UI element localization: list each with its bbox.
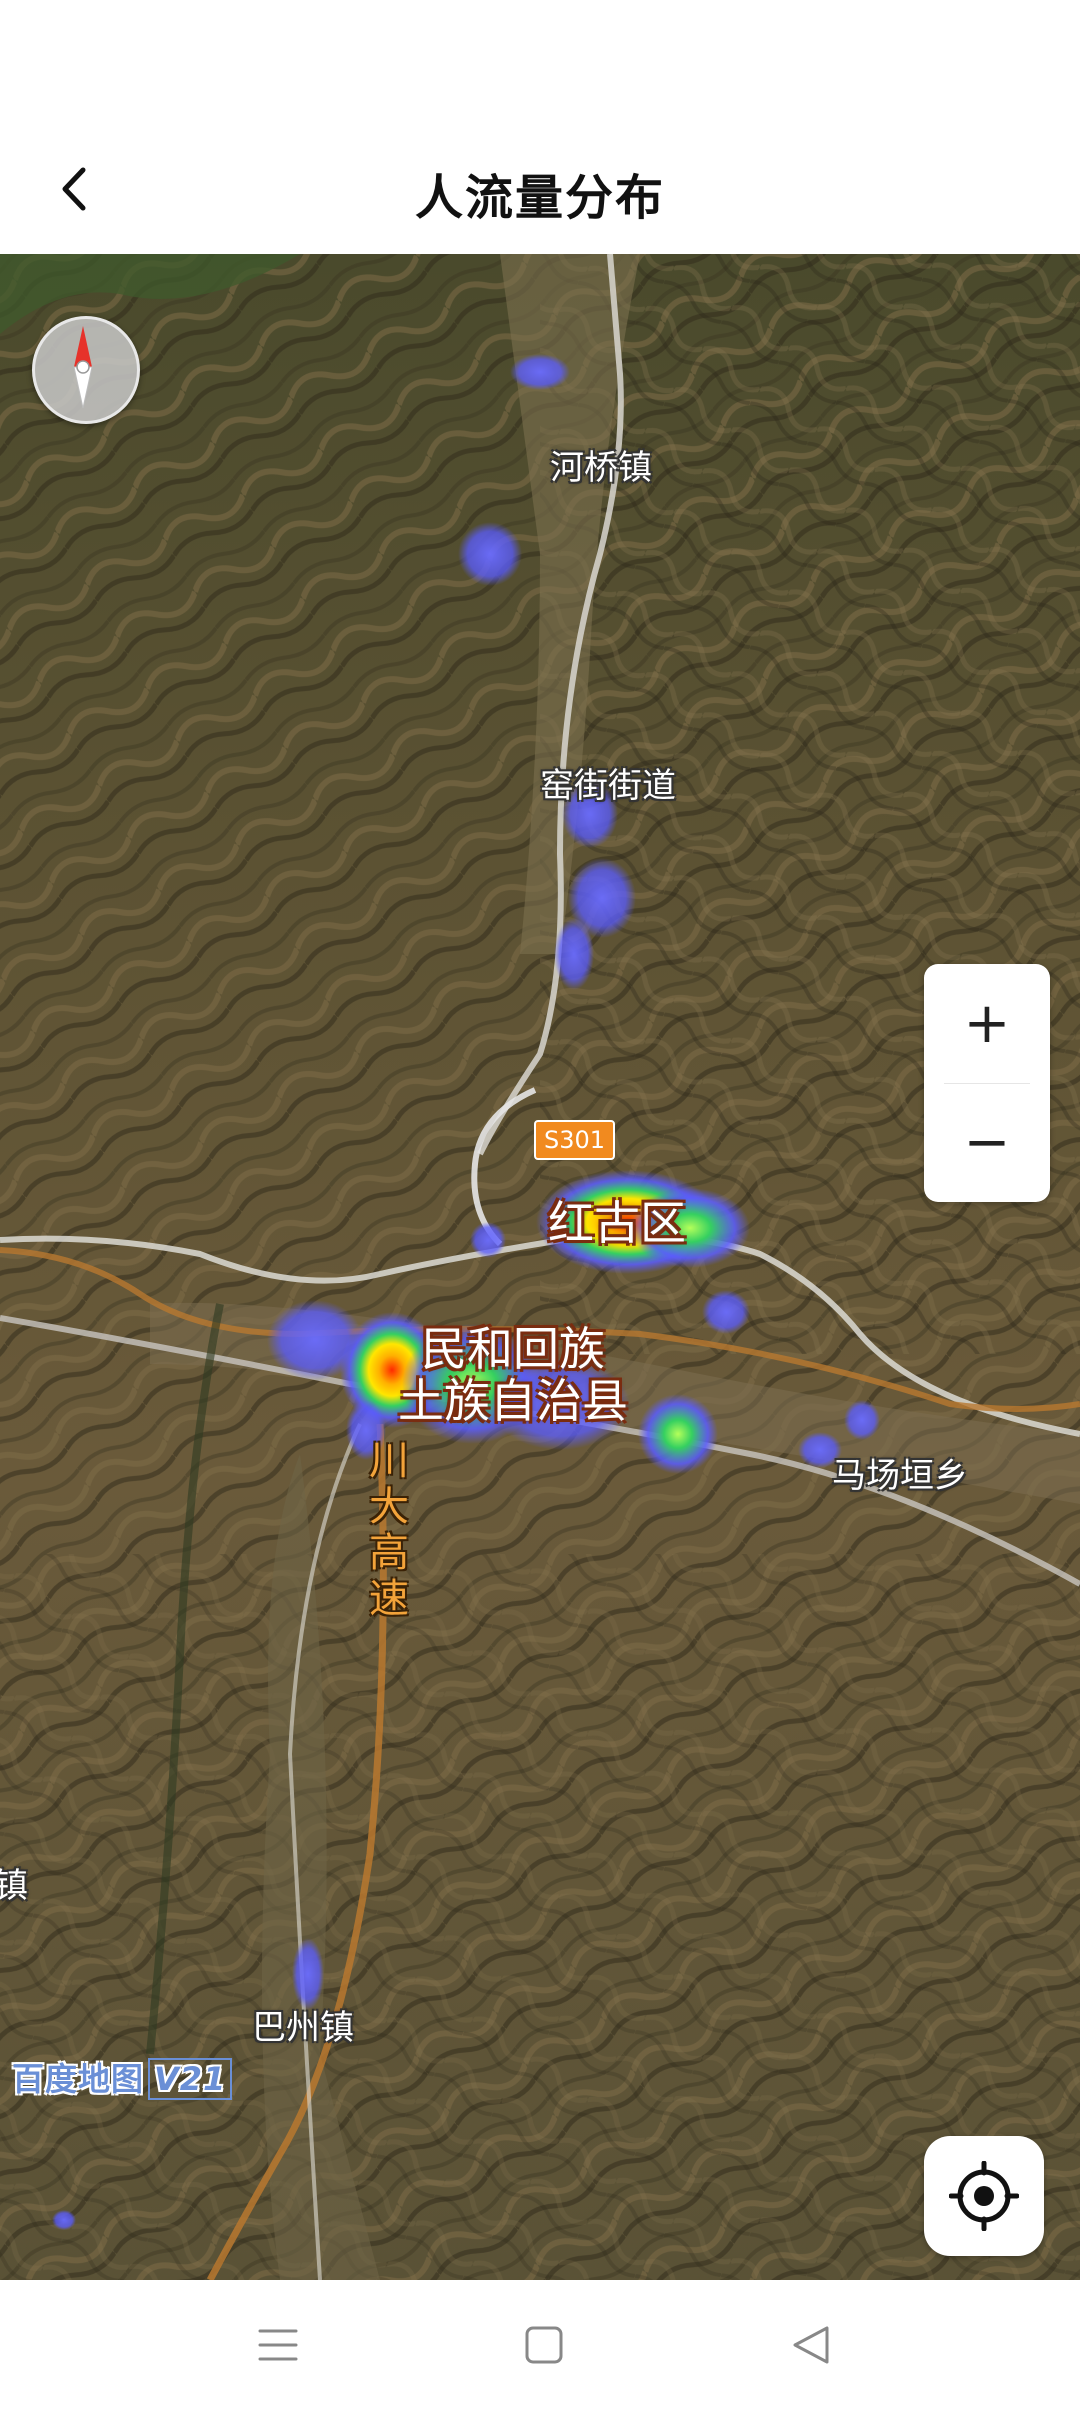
watermark-text: 百度地图 <box>12 2060 145 2098</box>
place-label-honggu[interactable]: 红古区 <box>548 1197 686 1250</box>
heat-spot <box>52 2210 76 2230</box>
satellite-map[interactable]: 河桥镇 窑街街道 S301 红古区 民和回族 土族自治县 马场垣乡 川 大 高 … <box>0 254 1080 2280</box>
heat-spot <box>458 522 522 586</box>
map-watermark: 百度地图 V21 <box>12 2054 233 2100</box>
expressway-char: 大 <box>369 1484 409 1530</box>
place-label-yaojie[interactable]: 窑街街道 <box>540 758 676 807</box>
heat-spot <box>702 1290 750 1334</box>
place-label-minhe-line1: 民和回族 <box>421 1322 605 1376</box>
system-nav-bar <box>0 2280 1080 2412</box>
nav-home-button[interactable] <box>509 2310 579 2380</box>
place-label-machang[interactable]: 马场垣乡 <box>832 1448 968 1497</box>
compass-button[interactable] <box>32 316 140 424</box>
place-label-minhe-line2: 土族自治县 <box>398 1373 628 1428</box>
menu-icon <box>258 2329 298 2361</box>
page-title: 人流量分布 <box>414 170 665 226</box>
place-label-minhe[interactable]: 民和回族 土族自治县 <box>398 1322 628 1428</box>
expressway-char: 速 <box>369 1576 409 1622</box>
heatmap-layer <box>52 354 880 2230</box>
locate-button[interactable] <box>924 2136 1044 2256</box>
heat-spot <box>470 1222 506 1258</box>
place-label-left-edge[interactable]: 镇 <box>0 1858 28 1907</box>
heat-spot <box>510 354 570 390</box>
back-triangle-icon <box>793 2326 829 2364</box>
header: 人流量分布 <box>0 130 1080 254</box>
place-label-heqiao[interactable]: 河桥镇 <box>550 440 652 489</box>
status-bar <box>0 0 1080 130</box>
compass-icon <box>73 326 93 409</box>
home-square-icon <box>525 2326 563 2364</box>
expressway-label: 川 大 高 速 <box>366 1438 412 1622</box>
heat-spot <box>844 1400 880 1440</box>
expressway-char: 川 <box>369 1438 409 1484</box>
nav-menu-button[interactable] <box>243 2310 313 2380</box>
expressway-char: 高 <box>369 1530 409 1576</box>
nav-back-button[interactable] <box>776 2310 846 2380</box>
zoom-in-button[interactable]: + <box>924 964 1050 1083</box>
heat-spot <box>554 918 594 990</box>
zoom-out-button[interactable]: − <box>924 1083 1050 1202</box>
heat-spot <box>638 1394 718 1474</box>
zoom-controls: + − <box>924 964 1050 1202</box>
watermark-version: V21 <box>148 2058 233 2100</box>
locate-icon <box>949 2161 1019 2231</box>
road-shield: S301 <box>534 1120 616 1160</box>
place-label-bazhou[interactable]: 巴州镇 <box>252 2000 354 2049</box>
